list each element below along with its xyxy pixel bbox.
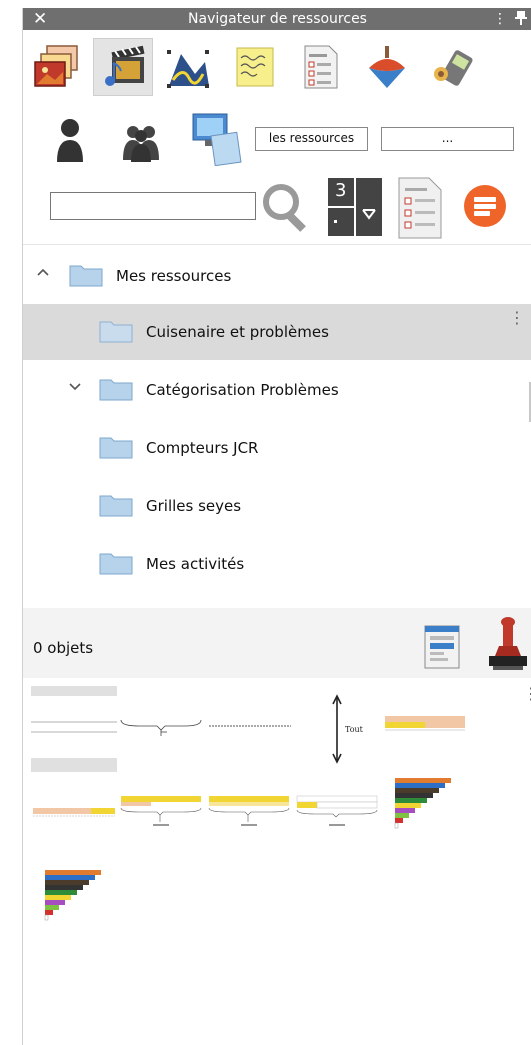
single-user-icon[interactable] xyxy=(55,116,85,164)
media-icon xyxy=(105,45,145,86)
yellow-bar-brace-thumbnail xyxy=(120,796,202,826)
yellow-bar-brace-thumbnail xyxy=(208,796,290,826)
tab-media[interactable] xyxy=(93,38,153,96)
tree-item-label: Grilles seyes xyxy=(146,497,242,515)
category-tabs xyxy=(23,34,531,100)
thumbnail-item[interactable] xyxy=(207,686,293,772)
chevron-up-icon[interactable] xyxy=(37,266,49,280)
tout-arrow-thumbnail: Tout xyxy=(332,694,364,764)
cuisenaire-staircase-thumbnail xyxy=(394,778,451,829)
grid-menu-icon[interactable]: ⋮ xyxy=(523,686,531,702)
tree-root-label: Mes ressources xyxy=(116,267,232,285)
empty-frame-thumbnail xyxy=(31,696,117,758)
thumbnail-item[interactable] xyxy=(119,772,205,858)
folder-icon xyxy=(99,553,133,575)
yellow-peach-bar-thumbnail xyxy=(385,716,465,731)
tree-item-grilles[interactable]: Grilles seyes xyxy=(23,478,531,534)
tree-item-activites[interactable]: Mes activités xyxy=(23,536,531,592)
device-icon xyxy=(434,50,473,86)
sticky-note-icon xyxy=(236,47,274,87)
tree-root[interactable]: Mes ressources xyxy=(23,248,531,304)
thumbnail-item[interactable]: Tout xyxy=(295,686,381,772)
peach-bar-thumbnail xyxy=(33,808,115,817)
tab-drawing[interactable] xyxy=(159,38,219,96)
thumbnail-item[interactable] xyxy=(31,686,117,772)
thumbnail-item[interactable] xyxy=(119,686,205,772)
extra-filter-button[interactable]: ... xyxy=(381,127,514,151)
window-title: Navigateur de ressources xyxy=(188,11,367,27)
group-users-icon[interactable] xyxy=(121,122,161,162)
search-input[interactable] xyxy=(50,192,256,220)
objects-bar: 0 objets xyxy=(23,608,531,678)
scope-field[interactable]: les ressources xyxy=(255,127,368,151)
keypad-digit: 3 xyxy=(335,180,347,201)
form-filter-icon[interactable] xyxy=(395,176,445,240)
dotted-line-thumbnail xyxy=(209,725,291,727)
tab-sticky-note[interactable] xyxy=(225,38,285,96)
folder-icon xyxy=(99,321,133,343)
thumbnail-item[interactable] xyxy=(31,858,117,944)
drawing-icon xyxy=(167,50,209,88)
computer-icon[interactable] xyxy=(191,112,243,166)
pictures-icon xyxy=(34,45,78,87)
tree-item-compteurs[interactable]: Compteurs JCR xyxy=(23,420,531,476)
tree-item-label: Cuisenaire et problèmes xyxy=(146,323,329,341)
thumbnail-item[interactable] xyxy=(381,772,467,858)
keypad-button[interactable]: 3 xyxy=(328,178,382,238)
tree-item-categorisation[interactable]: Catégorisation Problèmes xyxy=(23,362,531,418)
folder-icon xyxy=(69,265,103,287)
divider xyxy=(23,244,531,245)
folder-icon xyxy=(99,379,133,401)
pin-icon[interactable] xyxy=(515,11,527,25)
stamp-icon[interactable] xyxy=(485,616,531,674)
orange-list-button[interactable] xyxy=(463,184,507,228)
thumbnail-item[interactable] xyxy=(31,772,117,858)
resource-tree: Mes ressources Cuisenaire et problèmes ⋮… xyxy=(23,248,531,598)
resource-browser-window: ✕ Navigateur de ressources ⋮ les ressour… xyxy=(22,8,531,1045)
form-document-icon xyxy=(304,45,338,89)
tab-form-document[interactable] xyxy=(291,38,351,96)
brace-line-thumbnail xyxy=(120,719,202,736)
tree-item-label: Catégorisation Problèmes xyxy=(146,381,339,399)
tout-label: Tout xyxy=(345,725,364,734)
tab-spinning-top[interactable] xyxy=(357,38,417,96)
filter-row: les ressources ... xyxy=(23,104,531,174)
chevron-down-icon[interactable] xyxy=(69,380,81,394)
tree-item-cuisenaire[interactable]: Cuisenaire et problèmes ⋮ xyxy=(23,304,531,360)
folder-icon xyxy=(99,437,133,459)
cuisenaire-staircase-thumbnail xyxy=(44,870,101,921)
white-yellow-bar-thumbnail xyxy=(296,795,378,826)
object-count: 0 objets xyxy=(33,639,94,657)
title-bar: ✕ Navigateur de ressources ⋮ xyxy=(23,8,531,30)
tree-item-label: Compteurs JCR xyxy=(146,439,259,457)
search-icon[interactable] xyxy=(261,182,313,234)
thumbnail-item[interactable] xyxy=(207,772,293,858)
window-menu-icon[interactable]: ⋮ xyxy=(493,10,507,28)
search-row: 3 xyxy=(23,174,531,244)
thumbnail-item[interactable] xyxy=(295,772,381,858)
tab-device[interactable] xyxy=(423,38,483,96)
properties-form-icon[interactable] xyxy=(421,624,465,670)
tree-item-label: Mes activités xyxy=(146,555,245,573)
thumbnail-grid: ⋮ Tout xyxy=(23,678,531,1045)
thumbnail-item[interactable] xyxy=(381,686,467,772)
item-menu-icon[interactable]: ⋮ xyxy=(509,310,525,326)
folder-icon xyxy=(99,495,133,517)
tab-pictures[interactable] xyxy=(27,38,87,96)
spinning-top-icon xyxy=(369,46,405,88)
